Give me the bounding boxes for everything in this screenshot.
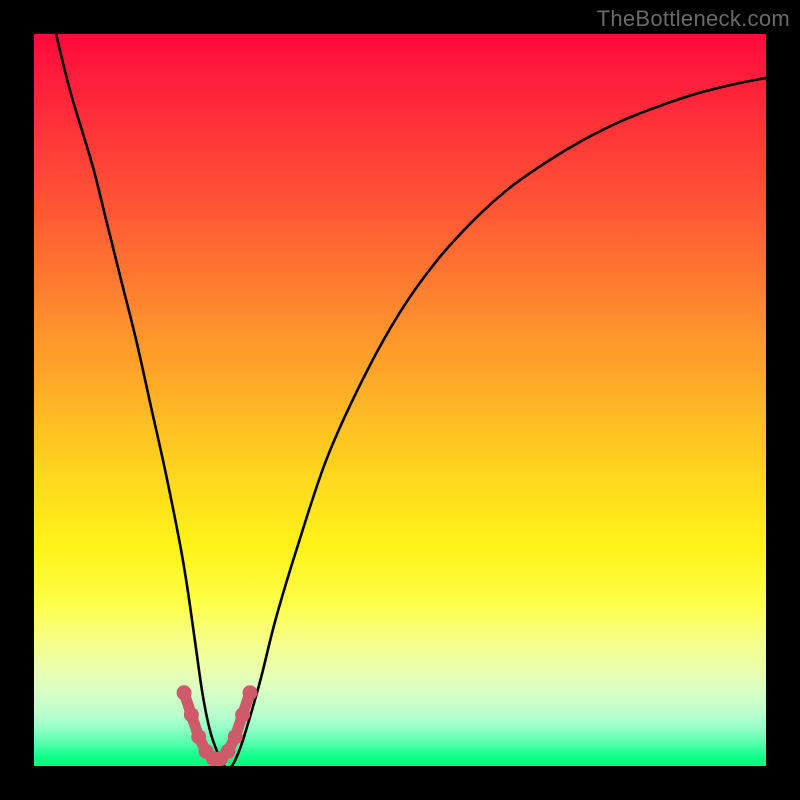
bottom-marker-dot xyxy=(235,707,250,722)
bottom-marker-group xyxy=(177,685,258,766)
bottom-marker-dot xyxy=(242,685,257,700)
plot-area xyxy=(34,34,766,766)
bottom-marker-dot xyxy=(184,707,199,722)
bottom-marker-dot xyxy=(220,744,235,759)
bottleneck-curve xyxy=(56,34,766,766)
chart-frame: TheBottleneck.com xyxy=(0,0,800,800)
bottom-marker-dot xyxy=(228,729,243,744)
watermark-text: TheBottleneck.com xyxy=(597,6,790,32)
bottom-marker-dot xyxy=(177,685,192,700)
bottom-marker-dot xyxy=(191,729,206,744)
curve-layer xyxy=(34,34,766,766)
